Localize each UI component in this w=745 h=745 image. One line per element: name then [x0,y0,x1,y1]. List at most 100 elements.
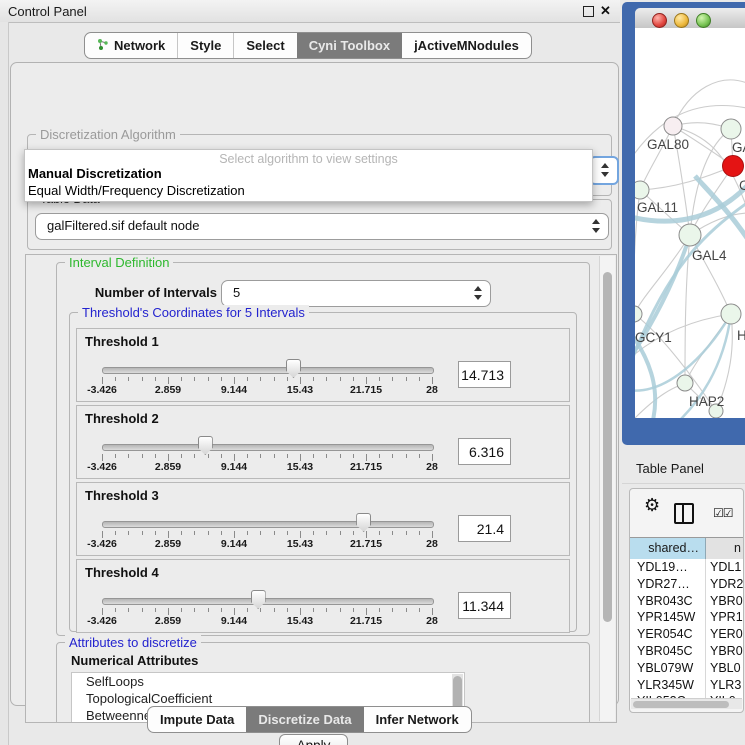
cell-name[interactable]: YDR2 [706,576,743,593]
cell-name[interactable]: YPR1 [706,609,743,626]
slider-tick-labels: -3.4262.8599.14415.4321.71528 [102,384,433,396]
cell-name[interactable]: YDL1 [706,559,743,576]
table-row[interactable]: YDR27…YDR2 [630,576,743,593]
cell-name[interactable]: YBR0 [706,643,743,660]
table-row[interactable]: YLR345WYLR3 [630,677,743,694]
column-layout-icon[interactable] [674,503,694,524]
thresholds-group-title: Threshold's Coordinates for 5 Intervals [78,305,309,320]
tab-jactivemnodules[interactable]: jActiveMNodules [402,33,531,58]
tab-select[interactable]: Select [233,33,296,58]
cell-name[interactable]: YLR3 [706,677,743,694]
node-hap2[interactable] [677,375,693,391]
cell-shared-name[interactable]: YDR27… [630,576,706,593]
tab-label: Select [246,38,284,53]
tick-label: -3.426 [87,538,117,550]
table-horizontal-scrollbar[interactable] [631,698,742,709]
bottom-tab-discretize-data[interactable]: Discretize Data [246,707,363,732]
threshold-slider-track[interactable] [102,598,434,605]
select-columns-icon[interactable]: ☑☑ [713,506,733,520]
close-icon[interactable]: ✕ [600,3,611,19]
tab-label: Network [114,38,165,53]
cell-shared-name[interactable]: YBR045C [630,643,706,660]
tick-label: 2.859 [155,384,181,396]
node-h[interactable] [721,304,741,324]
threshold-label: Threshold 2 [85,411,159,426]
tab-label: jActiveMNodules [414,38,519,53]
table-data-combobox[interactable]: galFiltered.sif default node [35,213,609,240]
close-traffic-light[interactable] [652,13,667,28]
minimize-traffic-light[interactable] [674,13,689,28]
threshold-slider-track[interactable] [102,521,434,528]
screen: Control Panel ✕ NetworkStyleSelectCyni T… [0,0,745,745]
settings-vertical-scrollbar[interactable] [599,256,615,721]
attribute-item[interactable]: TopologicalCoefficient [72,690,464,707]
table-row[interactable]: YBR043CYBR0 [630,593,743,610]
threshold-row: Threshold 1 -3.4262.8599.14415.4321.7152… [76,328,570,402]
number-of-intervals-combobox[interactable]: 5 [221,280,491,307]
cell-name[interactable]: YER0 [706,626,743,643]
interval-definition-group: Interval Definition Number of Intervals … [56,262,590,636]
threshold-slider-track[interactable] [102,367,434,374]
float-window-icon[interactable] [583,6,594,17]
cell-name[interactable]: YBL0 [706,660,743,677]
node-ga[interactable] [721,119,741,139]
threshold-row: Threshold 4 -3.4262.8599.14415.4321.7152… [76,559,570,633]
tick-label: 2.859 [155,615,181,627]
bottom-tab-infer-network[interactable]: Infer Network [364,707,471,732]
table-row[interactable]: YBR045CYBR0 [630,643,743,660]
tab-network[interactable]: Network [85,33,177,58]
node-gal11[interactable] [635,181,649,199]
scrollbar-thumb[interactable] [603,272,612,622]
node-label: H [737,328,745,343]
cell-name[interactable]: YBR0 [706,593,743,610]
table-row[interactable]: YBL079WYBL0 [630,660,743,677]
tab-cyni-toolbox[interactable]: Cyni Toolbox [297,33,402,58]
threshold-label: Threshold 1 [85,334,159,349]
algorithm-combobox[interactable] [589,156,619,185]
node-label: GAL11 [637,200,678,215]
network-canvas[interactable]: GAL80 GA C GAL11 GAL4 GCY1 H HAP2 [635,28,745,418]
dropdown-option-manual-discretization[interactable]: Manual Discretization [28,166,162,181]
gear-icon[interactable]: ⚙ [644,495,660,516]
slider-ticks [102,608,433,615]
node-label: GAL4 [692,248,727,263]
node-gal80[interactable] [664,117,682,135]
threshold-value-field[interactable]: 21.4 [458,515,511,542]
table-row[interactable]: YDL19…YDL1 [630,559,743,576]
cell-shared-name[interactable]: YLR345W [630,677,706,694]
tick-label: 9.144 [221,615,247,627]
slider-tick-labels: -3.4262.8599.14415.4321.71528 [102,461,433,473]
attribute-item[interactable]: SelfLoops [72,673,464,690]
apply-button[interactable]: Apply [279,734,348,745]
cell-shared-name[interactable]: YBL079W [630,660,706,677]
threshold-slider-handle[interactable] [286,359,301,378]
threshold-value-field[interactable]: 6.316 [458,438,511,465]
zoom-traffic-light[interactable] [696,13,711,28]
tab-style[interactable]: Style [177,33,233,58]
tick-label: 15.43 [287,615,313,627]
table-rows: YDL19…YDL1YDR27…YDR2YBR043CYBR0YPR145WYP… [630,559,743,699]
cell-shared-name[interactable]: YDL19… [630,559,706,576]
tab-label: Impute Data [160,712,234,727]
node-gal4[interactable] [679,224,701,246]
table-row[interactable]: YER054CYER0 [630,626,743,643]
network-window-titlebar[interactable] [635,8,745,29]
scrollbar-thumb[interactable] [633,701,729,708]
threshold-slider-track[interactable] [102,444,434,451]
slider-ticks [102,531,433,538]
dropdown-option-equal-width[interactable]: Equal Width/Frequency Discretization [28,183,245,198]
threshold-slider-handle[interactable] [251,590,266,609]
node-label: HAP2 [689,394,724,409]
node-red-selected[interactable] [723,156,744,177]
cell-shared-name[interactable]: YBR043C [630,593,706,610]
threshold-slider-handle[interactable] [198,436,213,455]
table-row[interactable]: YPR145WYPR1 [630,609,743,626]
bottom-tab-impute-data[interactable]: Impute Data [148,707,246,732]
threshold-value-field[interactable]: 11.344 [458,592,511,619]
threshold-value-field[interactable]: 14.713 [458,361,511,388]
cell-shared-name[interactable]: YPR145W [630,609,706,626]
cell-shared-name[interactable]: YER054C [630,626,706,643]
column-header-name[interactable]: n [706,538,743,559]
column-header-shared-name[interactable]: shared… [630,538,706,559]
threshold-slider-handle[interactable] [356,513,371,532]
